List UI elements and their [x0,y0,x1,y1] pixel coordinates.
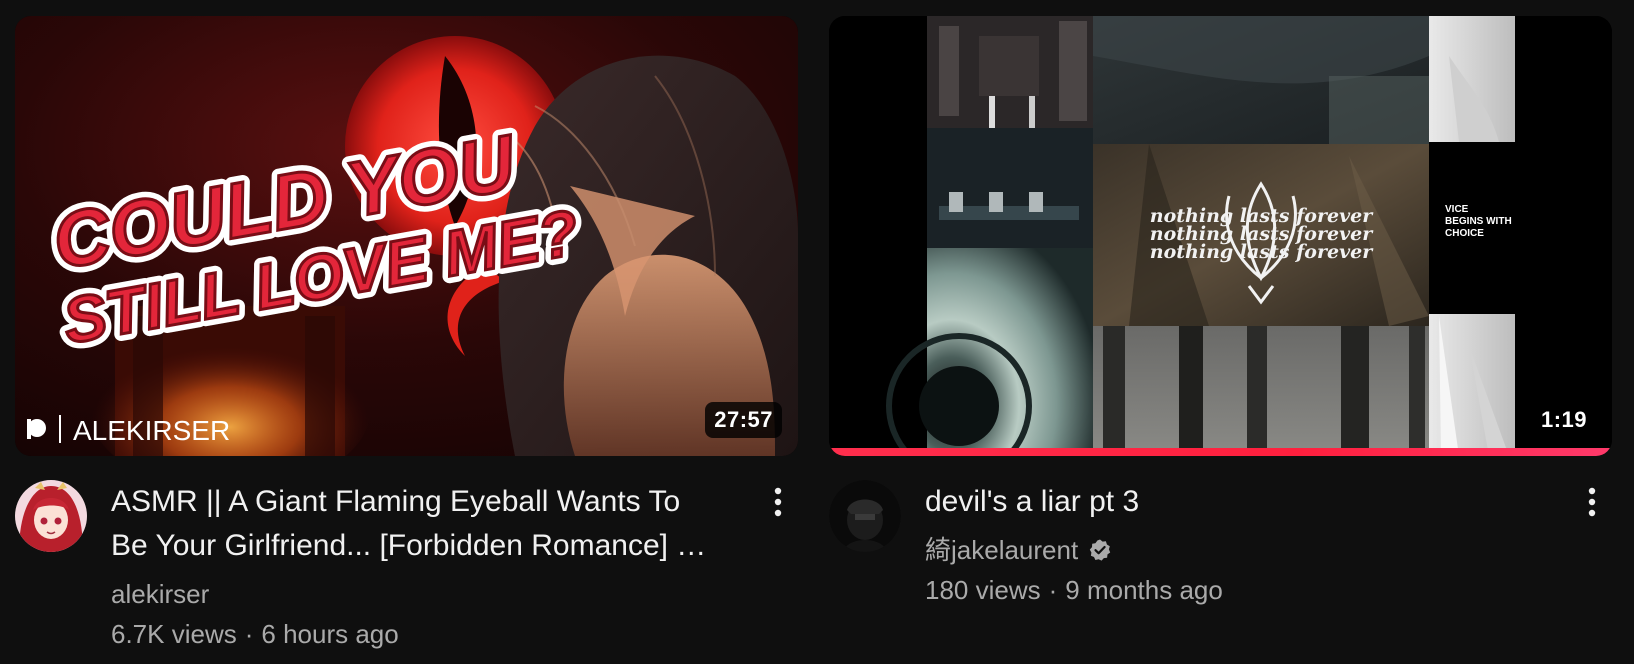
video-title[interactable]: devil's a liar pt 3 [925,480,1535,524]
watch-progress-fill [829,448,1612,456]
video-grid: COULD YOU COULD YOU STILL LOVE ME? STILL… [0,0,1634,664]
video-stats: 6.7K views · 6 hours ago [111,614,721,654]
view-count: 6.7K views [111,619,237,649]
video-title[interactable]: ASMR || A Giant Flaming Eyeball Wants To… [111,480,721,568]
thumbnail-art: COULD YOU COULD YOU STILL LOVE ME? STILL… [15,16,798,456]
video-card[interactable]: COULD YOU COULD YOU STILL LOVE ME? STILL… [15,16,798,654]
view-count: 180 views [925,575,1041,605]
duration-badge: 1:19 [1531,402,1596,438]
video-thumbnail[interactable]: nothing lasts forever nothing lasts fore… [829,16,1612,456]
duration-badge: 27:57 [705,402,782,438]
channel-avatar[interactable] [829,480,901,552]
video-stats: 180 views · 9 months ago [925,570,1535,610]
upload-age: 6 hours ago [261,619,399,649]
video-info: ASMR || A Giant Flaming Eyeball Wants To… [111,480,721,654]
thumbnail-vice-line: CHOICE [1445,228,1484,239]
thumbnail-gothic-line: nothing lasts forever [1150,241,1374,263]
channel-name-row: alekirser [111,574,721,614]
more-vert-icon[interactable] [1572,482,1612,522]
video-details: devil's a liar pt 3 綺jakelaurent 180 vie… [829,480,1612,610]
thumbnail-vice-line: VICE [1445,204,1469,215]
thumbnail-watermark: ALEKIRSER [73,415,230,446]
avatar-art [829,480,901,552]
verified-badge-icon [1090,539,1111,561]
stats-separator: · [1048,575,1058,605]
thumbnail-art: nothing lasts forever nothing lasts fore… [829,16,1612,456]
channel-name[interactable]: 綺jakelaurent [925,530,1078,570]
upload-age: 9 months ago [1065,575,1223,605]
video-info: devil's a liar pt 3 綺jakelaurent 180 vie… [925,480,1535,610]
video-card[interactable]: nothing lasts forever nothing lasts fore… [829,16,1612,610]
video-thumbnail[interactable]: COULD YOU COULD YOU STILL LOVE ME? STILL… [15,16,798,456]
thumbnail-vice-line: BEGINS WITH [1445,216,1512,227]
watch-progress-bar [829,448,1612,456]
more-vert-icon[interactable] [758,482,798,522]
video-details: ASMR || A Giant Flaming Eyeball Wants To… [15,480,798,654]
channel-avatar[interactable] [15,480,87,552]
stats-separator: · [244,619,254,649]
channel-name[interactable]: alekirser [111,574,209,614]
channel-name-row: 綺jakelaurent [925,530,1535,570]
avatar-art [15,480,87,552]
